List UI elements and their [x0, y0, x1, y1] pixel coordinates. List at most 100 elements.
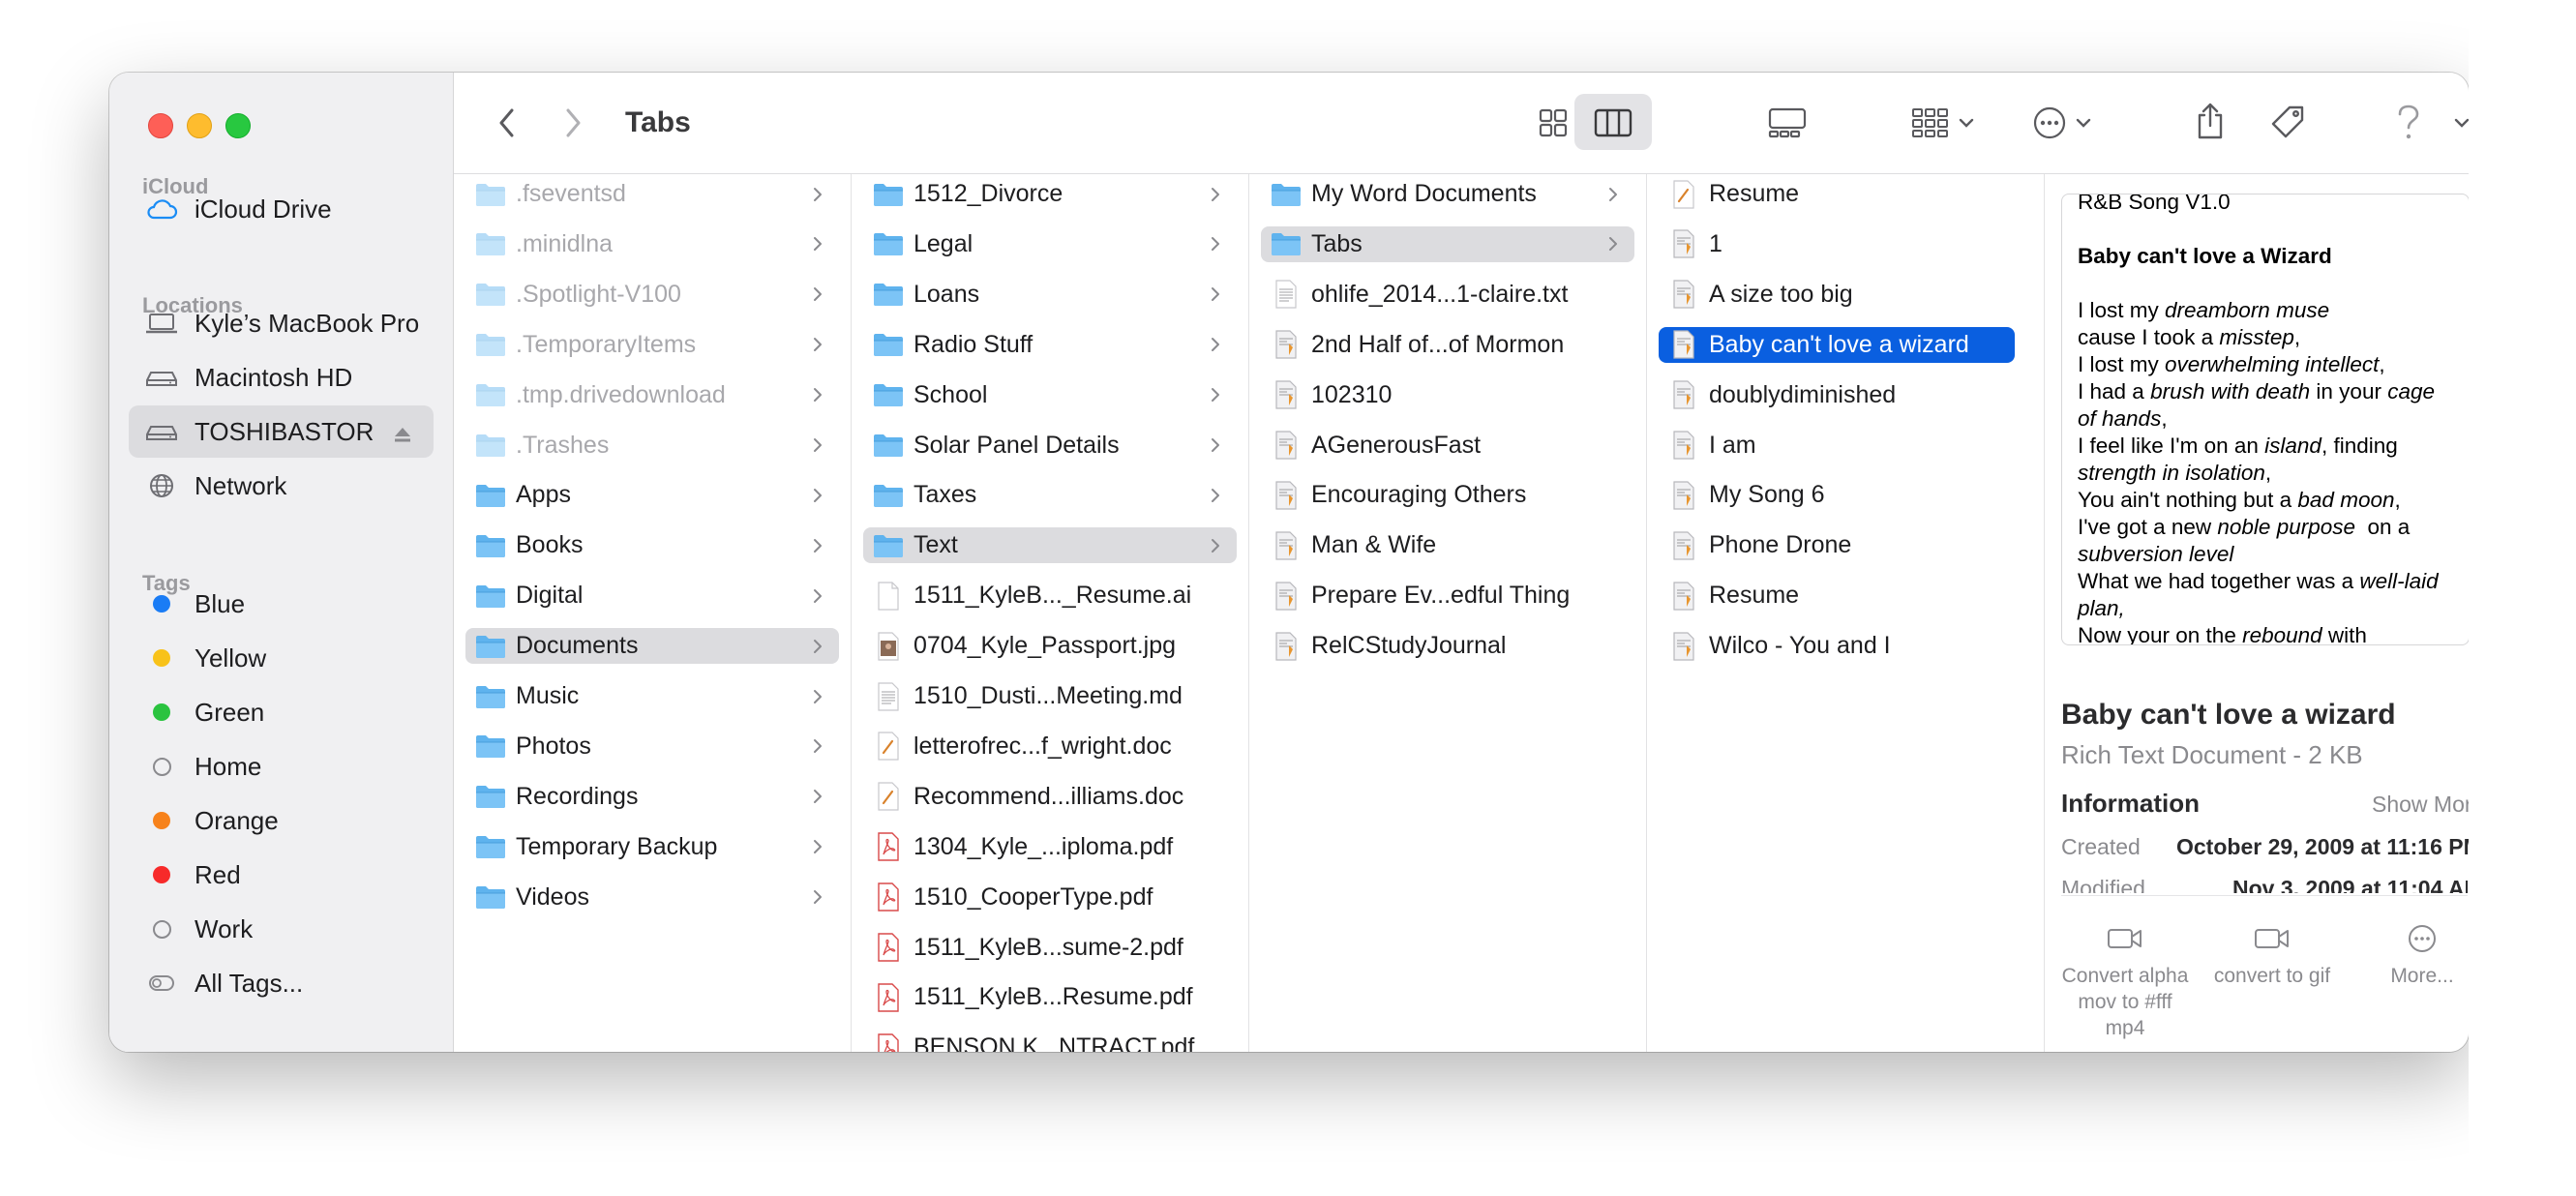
- folder-row[interactable]: Radio Stuff: [863, 327, 1237, 363]
- item-label: Recordings: [516, 782, 639, 810]
- folder-row[interactable]: 1512_Divorce: [863, 176, 1237, 212]
- tags-button[interactable]: [2266, 102, 2309, 144]
- sidebar-all-tags[interactable]: All Tags...: [129, 957, 434, 1009]
- pdf-icon: [873, 832, 904, 861]
- folder-row[interactable]: .fseventsd: [465, 176, 839, 212]
- eject-icon[interactable]: [393, 421, 412, 451]
- info-kind-size: Rich Text Document - 2 KB: [2061, 740, 2363, 769]
- sidebar-tag-blue[interactable]: Blue: [129, 578, 434, 630]
- folder-row[interactable]: Loans: [863, 277, 1237, 313]
- file-row[interactable]: I am: [1659, 428, 2015, 463]
- gallery-view-button[interactable]: [1766, 104, 1809, 142]
- close-window-button[interactable]: [148, 113, 173, 138]
- file-row[interactable]: 102310: [1261, 377, 1634, 413]
- file-row[interactable]: 1510_Dusti...Meeting.md: [863, 678, 1237, 714]
- file-row[interactable]: Man & Wife: [1261, 527, 1634, 563]
- folder-row[interactable]: Music: [465, 678, 839, 714]
- item-label: BENSON,K...NTRACT.pdf: [914, 1033, 1195, 1052]
- folder-icon: [475, 634, 506, 659]
- sidebar-item-macbook[interactable]: Kyle’s MacBook Pro: [129, 297, 434, 349]
- file-row[interactable]: Encouraging Others: [1261, 477, 1634, 513]
- folder-row[interactable]: .TemporaryItems: [465, 327, 839, 363]
- help-button[interactable]: [2389, 100, 2428, 146]
- folder-row[interactable]: Legal: [863, 226, 1237, 262]
- file-row[interactable]: 2nd Half of...of Mormon: [1261, 327, 1634, 363]
- file-row[interactable]: A size too big: [1659, 277, 2015, 313]
- file-row[interactable]: 1510_CooperType.pdf: [863, 880, 1237, 915]
- file-row[interactable]: doublydiminished: [1659, 377, 2015, 413]
- file-row[interactable]: Resume: [1659, 176, 2015, 212]
- sidebar-item-toshibastor[interactable]: TOSHIBASTOR: [129, 405, 434, 458]
- sidebar-tag-home[interactable]: Home: [129, 740, 434, 792]
- action-menu-button[interactable]: [2023, 104, 2101, 142]
- sidebar-item-network[interactable]: Network: [129, 460, 434, 512]
- file-row[interactable]: Phone Drone: [1659, 527, 2015, 563]
- folder-row[interactable]: Videos: [465, 880, 839, 915]
- show-more-link[interactable]: Show More: [2372, 792, 2484, 818]
- back-button[interactable]: [488, 104, 526, 142]
- folder-row[interactable]: Photos: [465, 729, 839, 764]
- sidebar-item-label: Red: [195, 859, 241, 889]
- forward-button[interactable]: [554, 104, 592, 142]
- quick-action-convert-gif[interactable]: convert to gif: [2204, 914, 2340, 989]
- sidebar-tag-red[interactable]: Red: [129, 849, 434, 901]
- file-row[interactable]: AGenerousFast: [1261, 428, 1634, 463]
- folder-row[interactable]: .Spotlight-V100: [465, 277, 839, 313]
- folder-row[interactable]: Books: [465, 527, 839, 563]
- folder-icon: [873, 332, 904, 357]
- file-row[interactable]: Prepare Ev...edful Thing: [1261, 578, 1634, 613]
- folder-icon: [475, 182, 506, 207]
- file-row[interactable]: Baby can't love a wizard: [1659, 326, 2015, 363]
- sidebar-item-icloud-drive[interactable]: iCloud Drive: [129, 183, 434, 235]
- file-row[interactable]: Wilco - You and I: [1659, 628, 2015, 664]
- group-by-button[interactable]: [1904, 104, 1982, 142]
- folder-row[interactable]: Taxes: [863, 477, 1237, 513]
- file-row[interactable]: letterofrec...f_wright.doc: [863, 729, 1237, 764]
- file-row[interactable]: BENSON,K...NTRACT.pdf: [863, 1030, 1237, 1052]
- tags-pill-icon: [144, 973, 179, 993]
- folder-row[interactable]: Recordings: [465, 779, 839, 815]
- folder-row[interactable]: Tabs: [1261, 225, 1634, 262]
- preview-line: I had a brush with death in your cage: [2078, 378, 2453, 405]
- item-label: .Trashes: [516, 431, 610, 459]
- item-label: Resume: [1709, 582, 1800, 610]
- file-row[interactable]: RelCStudyJournal: [1261, 628, 1634, 664]
- column-view-button[interactable]: [1594, 104, 1632, 142]
- file-row[interactable]: 1511_KyleB...sume-2.pdf: [863, 930, 1237, 966]
- file-row[interactable]: 1511_KyleB...Resume.pdf: [863, 979, 1237, 1015]
- icon-view-button[interactable]: [1534, 104, 1573, 142]
- sidebar-tag-work[interactable]: Work: [129, 903, 434, 955]
- folder-row[interactable]: Solar Panel Details: [863, 428, 1237, 463]
- sidebar-tag-yellow[interactable]: Yellow: [129, 632, 434, 684]
- file-row[interactable]: My Song 6: [1659, 477, 2015, 513]
- share-button[interactable]: [2191, 100, 2230, 142]
- minimize-window-button[interactable]: [187, 113, 212, 138]
- file-row[interactable]: 1304_Kyle_...iploma.pdf: [863, 829, 1237, 865]
- folder-row[interactable]: .minidlna: [465, 226, 839, 262]
- folder-row[interactable]: Text: [863, 527, 1237, 564]
- folder-row[interactable]: Temporary Backup: [465, 829, 839, 865]
- file-row[interactable]: ohlife_2014...1-claire.txt: [1261, 277, 1634, 313]
- chevron-right-icon: [808, 386, 827, 404]
- sidebar-tag-orange[interactable]: Orange: [129, 794, 434, 847]
- document-preview[interactable]: R&B Song V1.0 Baby can't love a Wizard I…: [2061, 194, 2470, 645]
- folder-row[interactable]: School: [863, 377, 1237, 413]
- folder-row[interactable]: .tmp.drivedownload: [465, 377, 839, 413]
- folder-row[interactable]: My Word Documents: [1261, 176, 1634, 212]
- file-row[interactable]: Resume: [1659, 578, 2015, 613]
- toolbar-overflow-button[interactable]: [2447, 104, 2469, 142]
- file-row[interactable]: Recommend...illiams.doc: [863, 779, 1237, 815]
- preview-text: ,: [2293, 325, 2301, 349]
- folder-row[interactable]: .Trashes: [465, 428, 839, 463]
- chevron-right-icon: [1603, 186, 1623, 203]
- folder-row[interactable]: Digital: [465, 578, 839, 613]
- sidebar-item-macintosh-hd[interactable]: Macintosh HD: [129, 351, 434, 404]
- sidebar-tag-green[interactable]: Green: [129, 686, 434, 738]
- file-row[interactable]: 1511_KyleB..._Resume.ai: [863, 578, 1237, 613]
- file-row[interactable]: 0704_Kyle_Passport.jpg: [863, 628, 1237, 664]
- file-row[interactable]: 1: [1659, 226, 2015, 262]
- quick-action-convert-mp4[interactable]: Convert alpha mov to #fff mp4: [2057, 914, 2193, 1041]
- zoom-window-button[interactable]: [225, 113, 251, 138]
- folder-row[interactable]: Apps: [465, 477, 839, 513]
- folder-row[interactable]: Documents: [465, 628, 839, 665]
